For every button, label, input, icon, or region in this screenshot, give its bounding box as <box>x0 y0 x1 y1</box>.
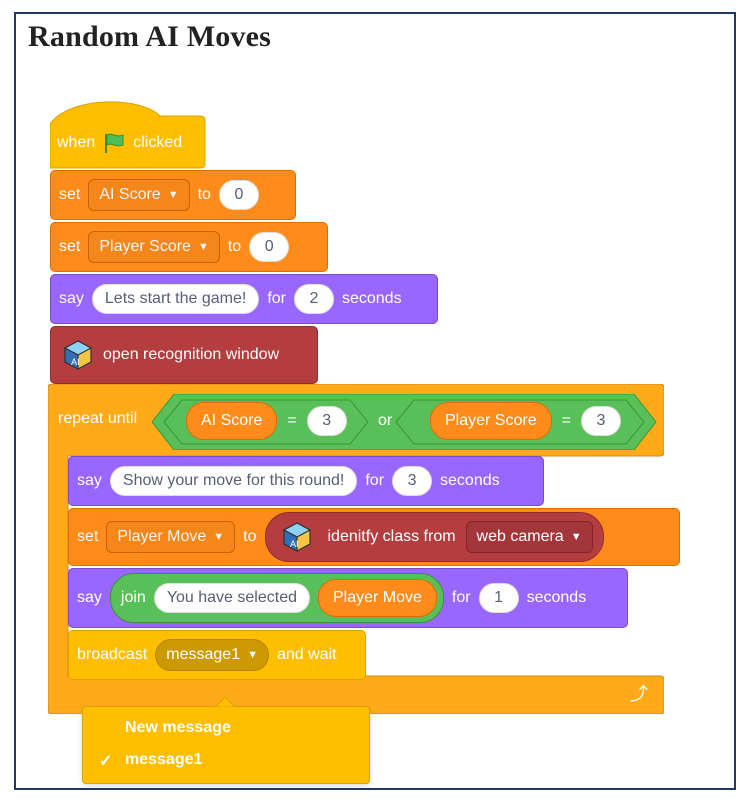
to-label: to <box>197 186 211 203</box>
open-recognition-window-block[interactable]: AI open recognition window <box>50 326 318 384</box>
caret-down-icon: ▼ <box>197 241 209 253</box>
variable-name: AI Score <box>99 186 161 203</box>
say-label: say <box>59 290 84 307</box>
and-wait-label: and wait <box>276 646 337 663</box>
menu-pointer <box>215 697 235 707</box>
seconds-input[interactable]: 2 <box>293 284 334 314</box>
svg-text:AI: AI <box>71 357 80 367</box>
classify-label: idenitfy class from <box>327 528 456 545</box>
equals-label: = <box>287 412 297 429</box>
set-label: set <box>59 186 81 203</box>
menu-item-new-message[interactable]: New message <box>125 719 231 737</box>
for-label: for <box>267 290 286 307</box>
page-title: Random AI Moves <box>28 20 272 53</box>
say-label: say <box>77 589 102 606</box>
join-label: join <box>120 589 146 606</box>
set-player-move-block[interactable]: set Player Move ▼ to AI idenitfy class fr… <box>68 508 680 566</box>
variable-dropdown[interactable]: Player Move ▼ <box>106 521 236 553</box>
menu-item-message1[interactable]: message1 <box>125 751 202 769</box>
seconds-label: seconds <box>440 472 500 489</box>
loop-arrow-icon: ⤴ <box>630 684 648 704</box>
seconds-input[interactable]: 3 <box>392 466 433 496</box>
source-dropdown[interactable]: web camera ▼ <box>465 521 593 553</box>
source-name: web camera <box>476 528 564 545</box>
caret-down-icon: ▼ <box>167 189 179 201</box>
or-label: or <box>378 412 393 429</box>
value-input[interactable]: 0 <box>249 232 290 262</box>
set-label: set <box>77 528 99 545</box>
caret-down-icon: ▼ <box>213 531 225 543</box>
say-for-seconds-block[interactable]: say Show your move for this round! for 3… <box>68 456 544 506</box>
svg-text:AI: AI <box>290 539 299 549</box>
seconds-input[interactable]: 1 <box>478 583 519 613</box>
join-operator[interactable]: join You have selected Player Move <box>109 573 444 623</box>
caret-down-icon: ▼ <box>570 531 582 543</box>
identify-class-reporter[interactable]: AI idenitfy class from web camera ▼ <box>264 512 604 562</box>
ml-extension-icon: AI <box>61 338 95 372</box>
equals-label: = <box>561 412 571 429</box>
variable-name: Player Move <box>117 528 207 545</box>
ml-block-label: open recognition window <box>103 346 280 363</box>
for-label: for <box>365 472 385 489</box>
for-label: for <box>451 589 471 606</box>
variable-dropdown[interactable]: AI Score ▼ <box>88 179 190 211</box>
when-label: when <box>57 134 96 151</box>
join-text-input[interactable]: You have selected <box>153 583 310 613</box>
message-input[interactable]: Show your move for this round! <box>109 466 358 496</box>
check-icon: ✓ <box>99 753 113 770</box>
when-flag-clicked-block[interactable]: when clicked <box>50 96 206 172</box>
value-input[interactable]: 0 <box>218 180 259 210</box>
player-score-reporter[interactable]: Player Score <box>430 402 552 440</box>
variable-dropdown[interactable]: Player Score ▼ <box>88 231 220 263</box>
ml-extension-icon: AI <box>280 520 314 554</box>
to-label: to <box>243 528 257 545</box>
right-compare-value[interactable]: 3 <box>580 406 621 436</box>
say-for-seconds-block[interactable]: say Lets start the game! for 2 seconds <box>50 274 438 324</box>
say-label: say <box>77 472 102 489</box>
repeat-until-label: repeat until <box>58 410 138 427</box>
ai-score-reporter[interactable]: AI Score <box>186 402 278 440</box>
say-join-block[interactable]: say join You have selected Player Move f… <box>68 568 628 628</box>
message-dropdown[interactable]: message1 ▼ <box>155 639 269 671</box>
variable-name: Player Score <box>99 238 191 255</box>
broadcast-and-wait-block[interactable]: broadcast message1 ▼ and wait <box>68 630 366 680</box>
caret-down-icon: ▼ <box>247 649 258 661</box>
green-flag-icon <box>103 132 125 154</box>
set-label: set <box>59 238 81 255</box>
seconds-label: seconds <box>526 589 587 606</box>
message-name: message1 <box>166 646 241 663</box>
to-label: to <box>227 238 242 255</box>
left-compare-value[interactable]: 3 <box>306 406 347 436</box>
set-ai-score-block[interactable]: set AI Score ▼ to 0 <box>50 170 296 220</box>
message-input[interactable]: Lets start the game! <box>91 284 260 314</box>
message-dropdown-menu: New message ✓ message1 <box>82 697 370 784</box>
broadcast-label: broadcast <box>77 646 148 663</box>
set-player-score-block[interactable]: set Player Score ▼ to 0 <box>50 222 328 272</box>
seconds-label: seconds <box>341 290 402 307</box>
clicked-label: clicked <box>133 134 183 151</box>
player-move-reporter[interactable]: Player Move <box>318 579 437 617</box>
